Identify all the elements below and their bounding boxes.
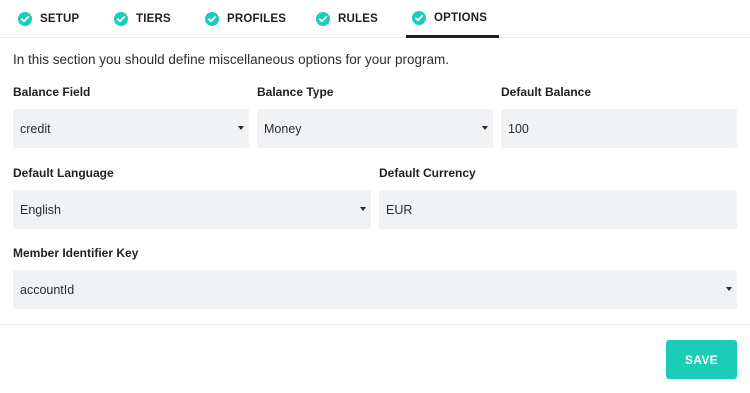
default-currency-input[interactable]: EUR xyxy=(379,190,737,229)
section-description: In this section you should define miscel… xyxy=(13,52,449,67)
default-balance-input[interactable]: 100 xyxy=(501,109,737,148)
check-circle-icon xyxy=(205,12,219,26)
member-identifier-key-value: accountId xyxy=(20,282,75,297)
tab-rules[interactable]: RULES xyxy=(310,0,378,38)
default-balance-value: 100 xyxy=(508,121,529,136)
caret-down-icon xyxy=(238,126,244,130)
balance-field-label: Balance Field xyxy=(13,85,91,99)
check-circle-icon xyxy=(114,12,128,26)
tab-profiles[interactable]: PROFILES xyxy=(199,0,286,38)
tab-tiers[interactable]: TIERS xyxy=(108,0,171,38)
default-language-label: Default Language xyxy=(13,166,114,180)
tab-label: RULES xyxy=(338,13,378,25)
caret-down-icon xyxy=(482,126,488,130)
balance-field-select[interactable]: credit xyxy=(13,109,249,148)
default-language-select[interactable]: English xyxy=(13,190,371,229)
check-circle-icon xyxy=(18,12,32,26)
balance-field-value: credit xyxy=(20,121,51,136)
tab-label: PROFILES xyxy=(227,13,287,25)
check-circle-icon xyxy=(316,12,330,26)
default-balance-label: Default Balance xyxy=(501,85,592,99)
default-currency-value: EUR xyxy=(386,202,413,217)
wizard-tabs: SETUP TIERS PROFILES RULES OPTIONS xyxy=(0,0,750,38)
tab-options[interactable]: OPTIONS xyxy=(406,0,499,38)
footer-divider xyxy=(0,324,750,325)
tab-label: OPTIONS xyxy=(434,11,488,24)
tab-label: TIERS xyxy=(136,13,171,25)
member-identifier-key-label: Member Identifier Key xyxy=(13,246,139,260)
tab-setup[interactable]: SETUP xyxy=(12,0,79,38)
save-button[interactable]: SAVE xyxy=(666,340,737,379)
caret-down-icon xyxy=(726,287,732,291)
member-identifier-key-select[interactable]: accountId xyxy=(13,270,737,309)
default-currency-label: Default Currency xyxy=(379,166,476,180)
check-circle-icon xyxy=(412,10,426,25)
balance-type-label: Balance Type xyxy=(257,85,334,99)
caret-down-icon xyxy=(360,207,366,211)
balance-type-select[interactable]: Money xyxy=(257,109,493,148)
balance-type-value: Money xyxy=(264,121,302,136)
default-language-value: English xyxy=(20,202,61,217)
tab-label: SETUP xyxy=(40,13,80,25)
